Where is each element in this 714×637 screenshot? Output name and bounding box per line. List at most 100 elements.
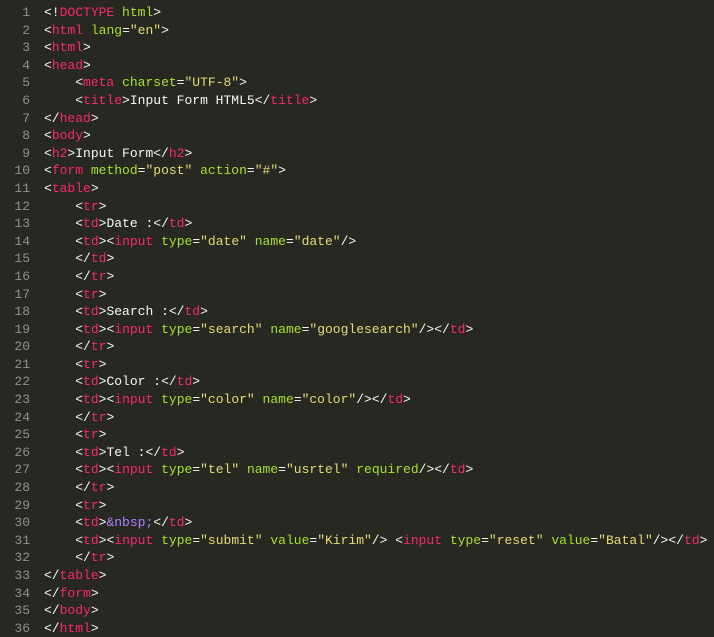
- whitespace: [83, 23, 91, 38]
- bracket: >: [465, 322, 473, 337]
- tag-name: html: [52, 23, 83, 38]
- code-line[interactable]: <td>&nbsp;</td>: [44, 514, 714, 532]
- code-line[interactable]: </head>: [44, 110, 714, 128]
- code-line[interactable]: <title>Input Form HTML5</title>: [44, 92, 714, 110]
- code-line[interactable]: </table>: [44, 567, 714, 585]
- bracket: /></: [653, 533, 684, 548]
- code-line[interactable]: <td><input type="search" name="googlesea…: [44, 321, 714, 339]
- bracket: <: [44, 128, 52, 143]
- bracket: </: [75, 480, 91, 495]
- whitespace: [44, 216, 75, 231]
- attribute-name: type: [450, 533, 481, 548]
- code-line[interactable]: <td>Color :</td>: [44, 373, 714, 391]
- bracket: =: [192, 533, 200, 548]
- whitespace: [114, 75, 122, 90]
- code-line[interactable]: <tr>: [44, 356, 714, 374]
- whitespace: [255, 392, 263, 407]
- tag-name: tr: [83, 357, 99, 372]
- code-line[interactable]: <meta charset="UTF-8">: [44, 74, 714, 92]
- line-number: 16: [0, 268, 30, 286]
- bracket: <: [75, 93, 83, 108]
- bracket: =: [286, 234, 294, 249]
- bracket: >: [106, 550, 114, 565]
- tag-name: tr: [91, 550, 107, 565]
- bracket: <: [75, 515, 83, 530]
- code-line[interactable]: <td><input type="tel" name="usrtel" requ…: [44, 461, 714, 479]
- code-line[interactable]: <td>Search :</td>: [44, 303, 714, 321]
- code-line[interactable]: </form>: [44, 585, 714, 603]
- whitespace: [44, 550, 75, 565]
- line-number: 23: [0, 391, 30, 409]
- code-editor-area[interactable]: <!DOCTYPE html><html lang="en"><html><he…: [40, 0, 714, 636]
- line-number: 26: [0, 444, 30, 462]
- whitespace: [44, 410, 75, 425]
- bracket: >: [184, 216, 192, 231]
- bracket: <: [75, 462, 83, 477]
- code-line[interactable]: <html lang="en">: [44, 22, 714, 40]
- whitespace: [44, 427, 75, 442]
- tag-name: input: [114, 462, 153, 477]
- code-line[interactable]: <td>Date :</td>: [44, 215, 714, 233]
- code-line[interactable]: <tr>: [44, 426, 714, 444]
- tag-name: tr: [83, 199, 99, 214]
- code-line[interactable]: <html>: [44, 39, 714, 57]
- line-number: 2: [0, 22, 30, 40]
- tag-name: DOCTYPE: [60, 5, 115, 20]
- code-line[interactable]: <td><input type="color" name="color"/></…: [44, 391, 714, 409]
- code-line[interactable]: <td>Tel :</td>: [44, 444, 714, 462]
- code-line[interactable]: <td><input type="date" name="date"/>: [44, 233, 714, 251]
- code-line[interactable]: </body>: [44, 602, 714, 620]
- tag-name: head: [52, 58, 83, 73]
- attribute-name: type: [161, 533, 192, 548]
- bracket: /></: [419, 462, 450, 477]
- bracket: <: [75, 304, 83, 319]
- code-line[interactable]: <h2>Input Form</h2>: [44, 145, 714, 163]
- bracket: >: [177, 445, 185, 460]
- bracket: <: [75, 216, 83, 231]
- bracket: >: [309, 93, 317, 108]
- line-number: 33: [0, 567, 30, 585]
- bracket: >: [184, 515, 192, 530]
- bracket: </: [145, 445, 161, 460]
- code-line[interactable]: </tr>: [44, 338, 714, 356]
- tag-name: td: [169, 515, 185, 530]
- attribute-value: "post": [145, 163, 192, 178]
- tag-name: td: [83, 374, 99, 389]
- bracket: >: [184, 146, 192, 161]
- code-line[interactable]: </td>: [44, 250, 714, 268]
- attribute-value: "color": [200, 392, 255, 407]
- code-line[interactable]: </tr>: [44, 479, 714, 497]
- code-line[interactable]: <!DOCTYPE html>: [44, 4, 714, 22]
- code-line[interactable]: <body>: [44, 127, 714, 145]
- bracket: <: [75, 75, 83, 90]
- whitespace: [44, 498, 75, 513]
- whitespace: [153, 234, 161, 249]
- code-line[interactable]: </html>: [44, 620, 714, 637]
- attribute-value: "Kirim": [317, 533, 372, 548]
- tag-name: tr: [83, 498, 99, 513]
- code-line[interactable]: </tr>: [44, 549, 714, 567]
- code-line[interactable]: <tr>: [44, 198, 714, 216]
- code-line[interactable]: <td><input type="submit" value="Kirim"/>…: [44, 532, 714, 550]
- code-line[interactable]: </tr>: [44, 409, 714, 427]
- attribute-value: "Batal": [598, 533, 653, 548]
- attribute-name: name: [255, 234, 286, 249]
- code-line[interactable]: <tr>: [44, 497, 714, 515]
- bracket: <: [44, 163, 52, 178]
- whitespace: [44, 269, 75, 284]
- code-line[interactable]: <tr>: [44, 286, 714, 304]
- bracket: >: [106, 410, 114, 425]
- code-line[interactable]: <head>: [44, 57, 714, 75]
- bracket: /></: [356, 392, 387, 407]
- line-number: 11: [0, 180, 30, 198]
- whitespace: [44, 234, 75, 249]
- line-number: 19: [0, 321, 30, 339]
- whitespace: [44, 304, 75, 319]
- code-line[interactable]: <form method="post" action="#">: [44, 162, 714, 180]
- bracket: >: [99, 357, 107, 372]
- bracket: =: [590, 533, 598, 548]
- bracket: </: [44, 586, 60, 601]
- code-line[interactable]: </tr>: [44, 268, 714, 286]
- attribute-name: charset: [122, 75, 177, 90]
- code-line[interactable]: <table>: [44, 180, 714, 198]
